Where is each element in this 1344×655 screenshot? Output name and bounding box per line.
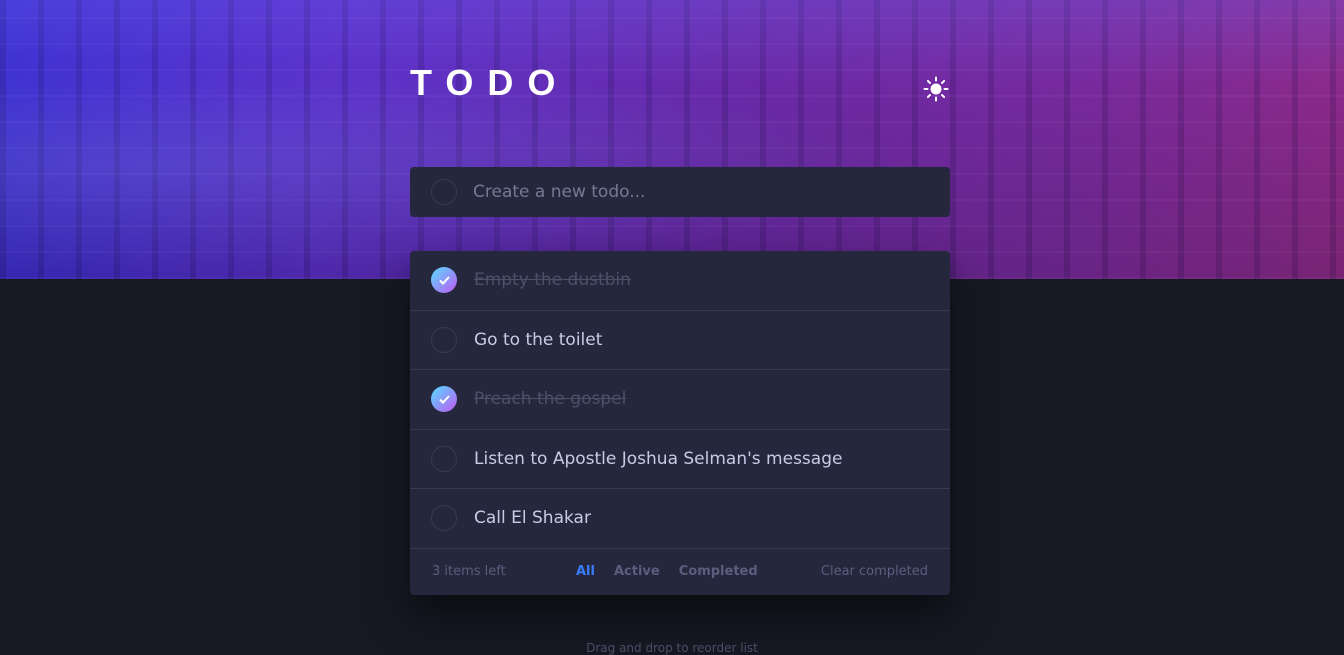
create-todo-circle[interactable] [431, 179, 457, 205]
todo-text: Call El Shakar [474, 508, 591, 529]
filter-active[interactable]: Active [614, 564, 660, 579]
clear-completed-button[interactable]: Clear completed [821, 564, 928, 579]
todo-checkbox[interactable] [431, 505, 457, 532]
todo-checkbox[interactable] [431, 326, 457, 353]
header-background [0, 0, 1344, 279]
create-todo-bar [410, 167, 950, 217]
filter-completed[interactable]: Completed [679, 564, 758, 579]
todo-checkbox[interactable] [431, 445, 457, 472]
filter-all[interactable]: All [576, 564, 595, 579]
page-title: TODO [410, 62, 570, 103]
todo-text: Listen to Apostle Joshua Selman's messag… [474, 448, 843, 469]
todo-item[interactable]: Listen to Apostle Joshua Selman's messag… [410, 430, 950, 489]
items-left-count: 3 items left [432, 564, 506, 579]
check-icon [438, 395, 450, 404]
theme-toggle-button[interactable] [921, 74, 951, 104]
todo-checkbox-checked[interactable] [431, 267, 457, 294]
todo-checkbox-checked[interactable] [431, 386, 457, 413]
list-footer: 3 items left All Active Completed Clear … [410, 549, 950, 595]
todo-text: Empty the dustbin [474, 270, 631, 291]
todo-item[interactable]: Empty the dustbin [410, 251, 950, 311]
todo-item[interactable]: Go to the toilet [410, 311, 950, 370]
new-todo-input[interactable] [473, 177, 923, 207]
todo-item[interactable]: Call El Shakar [410, 489, 950, 549]
todo-text: Preach the gospel [474, 389, 627, 410]
filter-tabs: All Active Completed [576, 564, 758, 579]
todo-text: Go to the toilet [474, 329, 603, 350]
sun-icon [923, 76, 949, 102]
todo-list: Empty the dustbin Go to the toilet Preac… [410, 251, 950, 595]
todo-item[interactable]: Preach the gospel [410, 370, 950, 430]
check-icon [438, 276, 450, 285]
